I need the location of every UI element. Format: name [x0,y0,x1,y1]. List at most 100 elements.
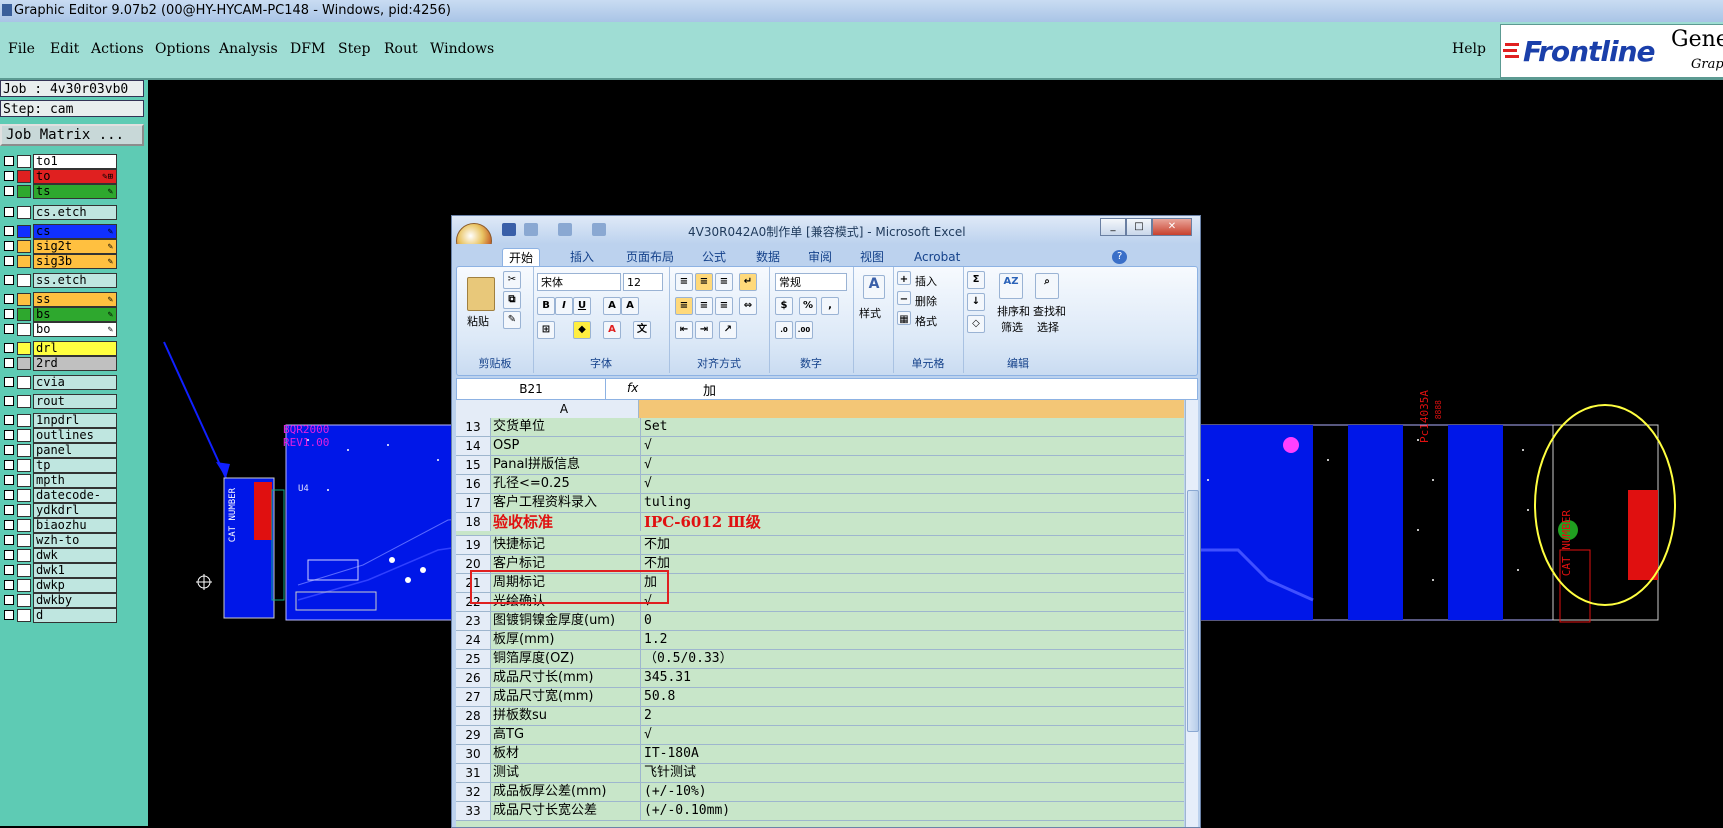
cell-b[interactable]: 加 [640,574,1184,592]
align-center-icon[interactable]: ≡ [695,297,713,315]
layer-row-d[interactable]: d [0,608,118,623]
layer-row-outlines[interactable]: outlines [0,428,118,443]
layer-row-datecode-ptc[interactable]: datecode-ptc [0,488,118,515]
layer-row-bo[interactable]: bo ✎ [0,322,118,337]
layer-color-swatch[interactable] [17,564,31,577]
cell-a[interactable]: 快捷标记 [493,536,638,554]
grow-font-icon[interactable]: A [603,297,621,315]
redo-icon[interactable] [558,223,572,236]
underline-icon[interactable]: U [573,297,591,315]
sort-filter-icon[interactable]: AZ [999,273,1023,299]
layer-name[interactable]: cvia [33,375,117,390]
find-select-label[interactable]: 查找和 [1033,303,1066,319]
layer-color-swatch[interactable] [17,206,31,219]
align-top-icon[interactable]: ≡ [675,273,693,291]
paste-label[interactable]: 粘贴 [467,313,489,329]
layer-name[interactable]: to ✎⊞ [33,169,117,184]
cell-a[interactable]: 客户工程资料录入 [493,494,638,512]
layer-checkbox[interactable] [4,415,14,425]
menu-options[interactable]: Options [155,41,210,57]
layer-color-swatch[interactable] [17,504,31,517]
fill-color-icon[interactable]: ◆ [573,321,591,339]
layer-row-wzh-to[interactable]: wzh-to [0,533,118,548]
name-box[interactable]: B21 [457,379,606,399]
layer-row-to1[interactable]: to1 [0,154,118,169]
tab-formulas[interactable]: 公式 [696,248,732,266]
row-number[interactable]: 17 [456,494,491,512]
align-bottom-icon[interactable]: ≡ [715,273,733,291]
menu-analysis[interactable]: Analysis [219,41,278,57]
layer-name[interactable]: outlines [33,428,117,443]
layer-name[interactable]: dwk1 [33,563,117,578]
layer-checkbox[interactable] [4,256,14,266]
row-number[interactable]: 32 [456,783,491,801]
layer-name[interactable]: sig3b ✎ [33,254,117,269]
layer-name[interactable]: datecode-ptc [33,488,117,515]
layer-row-cvia[interactable]: cvia [0,375,118,390]
layer-name[interactable]: bo ✎ [33,322,117,337]
format-cells[interactable]: 格式 [915,313,937,329]
layer-row-1npdrl[interactable]: 1npdrl [0,413,118,428]
row-number[interactable]: 29 [456,726,491,744]
table-row[interactable]: 19 快捷标记 不加 [456,536,1184,555]
layer-name[interactable]: mpth [33,473,117,488]
layer-row-biaozhu[interactable]: biaozhu [0,518,118,533]
cell-b[interactable]: 不加 [640,536,1184,554]
styles-icon[interactable]: A [863,275,885,299]
cell-b[interactable]: √ [640,437,1184,455]
cell-b[interactable]: 不加 [640,555,1184,573]
cell-b[interactable]: （0.5/0.33） [640,650,1184,668]
tab-page-layout[interactable]: 页面布局 [620,248,680,266]
clear-icon[interactable]: ◇ [967,315,985,333]
layer-color-swatch[interactable] [17,609,31,622]
maximize-button[interactable]: □ [1126,218,1152,236]
layer-name[interactable]: tp [33,458,117,473]
cell-b[interactable]: √ [640,456,1184,474]
find-select-label-2[interactable]: 选择 [1037,319,1059,335]
paste-icon[interactable] [467,277,495,311]
layer-name[interactable]: ts ✎ [33,184,117,199]
layer-name[interactable]: panel [33,443,117,458]
layer-checkbox[interactable] [4,580,14,590]
layer-color-swatch[interactable] [17,225,31,238]
layer-color-swatch[interactable] [17,459,31,472]
cell-a[interactable]: 测试 [493,764,638,782]
undo-icon[interactable] [524,223,538,236]
spreadsheet-grid[interactable]: A 13 交货单位 Set 14 OSP √ 15 Panal拼版信息 √ 16 孔径<=0.25 √… [456,400,1184,827]
orientation-icon[interactable]: ↗ [719,321,737,339]
decrease-decimal-icon[interactable]: .00 [795,321,813,339]
table-row[interactable]: 16 孔径<=0.25 √ [456,475,1184,494]
cell-a[interactable]: 成品板厚公差(mm) [493,783,638,801]
tab-view[interactable]: 视图 [854,248,890,266]
menu-file[interactable]: File [8,41,35,57]
font-color-icon[interactable]: A [603,321,621,339]
cell-b[interactable]: 50.8 [640,688,1184,706]
menu-edit[interactable]: Edit [50,41,79,57]
layer-name[interactable]: rout [33,394,117,409]
layer-row-dwkp[interactable]: dwkp [0,578,118,593]
menu-windows[interactable]: Windows [430,41,494,57]
layer-color-swatch[interactable] [17,489,31,502]
layer-checkbox[interactable] [4,610,14,620]
layer-row-panel[interactable]: panel [0,443,118,458]
cell-b[interactable]: IPC-6012 Ⅲ级 [640,513,1184,531]
minimize-button[interactable]: _ [1100,218,1126,236]
table-row[interactable]: 15 Panal拼版信息 √ [456,456,1184,475]
layer-row-rout[interactable]: rout [0,394,118,409]
align-middle-icon[interactable]: ≡ [695,273,713,291]
layer-checkbox[interactable] [4,445,14,455]
layer-checkbox[interactable] [4,324,14,334]
layer-checkbox[interactable] [4,241,14,251]
layer-color-swatch[interactable] [17,444,31,457]
cell-b[interactable]: 0 [640,612,1184,630]
layer-row-ydkdrl[interactable]: ydkdrl [0,503,118,518]
layer-name[interactable]: dwkby [33,593,117,608]
layer-checkbox[interactable] [4,156,14,166]
tab-home[interactable]: 开始 [502,248,541,267]
decrease-indent-icon[interactable]: ⇤ [675,321,693,339]
cell-b[interactable]: 1.2 [640,631,1184,649]
bold-icon[interactable]: B [537,297,555,315]
table-row[interactable]: 26 成品尺寸长(mm) 345.31 [456,669,1184,688]
wrap-text-icon[interactable]: ↵ [739,273,757,291]
layer-checkbox[interactable] [4,490,14,500]
